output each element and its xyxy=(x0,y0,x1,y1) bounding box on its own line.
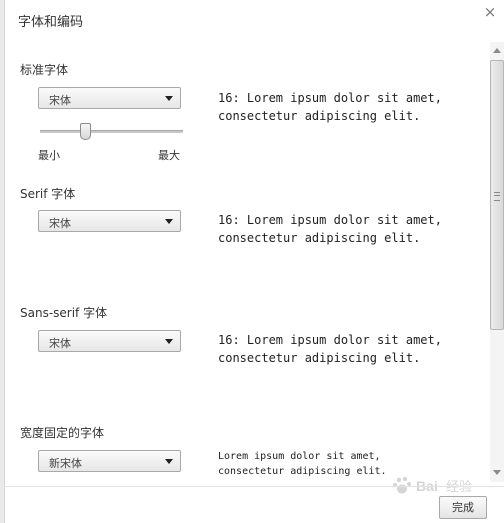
standard-font-select[interactable]: 宋体 xyxy=(38,87,181,109)
serif-font-label: Serif 字体 xyxy=(20,187,76,201)
serif-font-select-value: 宋体 xyxy=(49,217,71,230)
chevron-down-icon xyxy=(165,459,173,464)
standard-font-select-value: 宋体 xyxy=(49,94,71,107)
scroll-grip-icon xyxy=(494,192,500,201)
dialog-title: 字体和编码 xyxy=(18,15,84,30)
chevron-down-icon xyxy=(165,219,173,224)
vertical-scrollbar[interactable] xyxy=(490,42,504,482)
sans-serif-font-select-value: 宋体 xyxy=(49,337,71,350)
done-button[interactable]: 完成 xyxy=(439,496,487,519)
serif-font-select[interactable]: 宋体 xyxy=(38,210,181,232)
fixed-width-font-label: 宽度固定的字体 xyxy=(20,426,105,440)
close-icon[interactable]: × xyxy=(482,4,498,20)
chevron-down-icon xyxy=(165,96,173,101)
slider-min-label: 最小 xyxy=(38,149,60,162)
slider-max-label: 最大 xyxy=(158,149,180,162)
fixed-width-font-select[interactable]: 新宋体 xyxy=(38,450,181,472)
scrollbar-thumb[interactable] xyxy=(490,60,504,330)
font-size-slider-thumb[interactable] xyxy=(79,123,91,140)
dialog-content: 字体和编码 × 标准字体 宋体 16: Lorem ipsum dolor si… xyxy=(0,0,496,523)
fixed-width-font-select-value: 新宋体 xyxy=(49,457,82,470)
svg-text:经验: 经验 xyxy=(446,479,472,495)
standard-font-label: 标准字体 xyxy=(20,63,69,77)
chevron-down-icon xyxy=(165,339,173,344)
sans-serif-font-preview: 16: Lorem ipsum dolor sit amet, consecte… xyxy=(218,333,442,365)
font-size-slider-track[interactable] xyxy=(40,130,183,133)
serif-font-preview: 16: Lorem ipsum dolor sit amet, consecte… xyxy=(218,213,442,245)
footer-separator xyxy=(4,486,504,487)
scroll-down-arrow-icon[interactable] xyxy=(493,470,501,475)
standard-font-preview: 16: Lorem ipsum dolor sit amet, consecte… xyxy=(218,91,442,123)
sans-serif-font-label: Sans-serif 字体 xyxy=(20,306,108,320)
baidu-jingyan-watermark: Bai 经验 xyxy=(393,476,472,495)
sans-serif-font-select[interactable]: 宋体 xyxy=(38,330,181,352)
scroll-up-arrow-icon[interactable] xyxy=(493,48,501,53)
